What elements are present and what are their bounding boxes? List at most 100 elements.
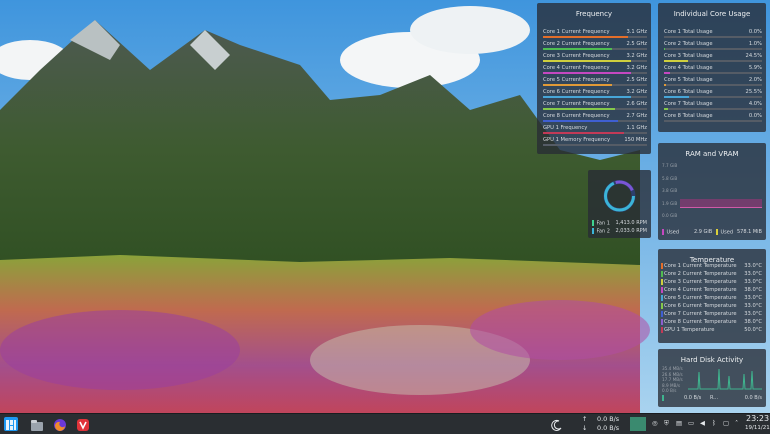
frequency-widget: Frequency Core 1 Current Frequency 3.1 GH… (537, 3, 651, 154)
volume-icon[interactable]: ◀ (700, 419, 705, 427)
metric-value: 33.0°C (744, 303, 762, 309)
metric-row: Core 1 Current Frequency 3.1 GHz (543, 28, 647, 38)
metric-bar-track (664, 120, 762, 122)
firefox-icon[interactable] (53, 417, 67, 431)
metric-label: Core 5 Total Usage (664, 77, 713, 83)
metric-row: GPU 1 Temperature 50.0°C (661, 326, 762, 336)
metric-row: Core 8 Total Usage 0.0% (664, 112, 762, 122)
metric-color-marker (661, 319, 663, 325)
metric-value: 3.2 GHz (626, 89, 647, 95)
fan-widget: Fan 1 1,413.0 RPM Fan 2 2,033.0 RPM (588, 170, 651, 238)
metric-label: Core 4 Total Usage (664, 65, 713, 71)
metric-value: 33.0°C (744, 295, 762, 301)
metric-value: 38.0°C (744, 287, 762, 293)
metric-value: 3.2 GHz (626, 65, 647, 71)
metric-value: 2.5 GHz (626, 41, 647, 47)
metric-row: Core 1 Total Usage 0.0% (664, 28, 762, 38)
expand-tray-icon[interactable]: ˄ (735, 419, 738, 427)
disk-widget: Hard Disk Activity 35.4 MB/s 26.6 MB/s 17.… (658, 349, 766, 407)
metric-bar-fill (543, 132, 625, 134)
metric-bar-fill (664, 60, 688, 62)
metric-bar-fill (664, 96, 689, 98)
metric-label: GPU 1 Temperature (664, 327, 715, 333)
metric-row: Core 5 Current Frequency 2.5 GHz (543, 76, 647, 86)
metric-label: Core 3 Total Usage (664, 53, 713, 59)
metric-row: Core 6 Total Usage 25.5% (664, 88, 762, 98)
metric-bar-fill (543, 36, 629, 38)
network-up-arrow-icon: ↑ (582, 415, 588, 423)
network-download-speed: 0.0 B/s (597, 424, 620, 432)
metric-bar-fill (543, 60, 632, 62)
clock-time[interactable]: 23:23 (746, 414, 769, 423)
metric-value: 38.0°C (744, 319, 762, 325)
axis-tick-label: 5.8 GiB (662, 175, 678, 181)
metric-label: Core 8 Total Usage (664, 113, 713, 119)
metric-value: 2.6 GHz (626, 101, 647, 107)
mountain-landscape (0, 0, 770, 413)
notes-icon[interactable]: ▤ (676, 419, 682, 427)
desktop-wallpaper: Frequency Core 1 Current Frequency 3.1 GH… (0, 0, 770, 413)
fan2-value: 2,033.0 RPM (615, 228, 647, 234)
clipboard-icon[interactable]: ◎ (652, 419, 658, 427)
metric-bar-fill (543, 108, 615, 110)
metric-row: GPU 1 Frequency 1.1 GHz (543, 124, 647, 134)
metric-label: Core 2 Current Temperature (664, 271, 737, 277)
metric-color-marker (661, 303, 663, 309)
metric-value: 0.0% (748, 29, 762, 35)
metric-label: Core 6 Current Temperature (664, 303, 737, 309)
vram-used-value: 578.1 MiB (736, 229, 762, 235)
metric-label: Core 7 Total Usage (664, 101, 713, 107)
metric-value: 2.5 GHz (626, 77, 647, 83)
disk-write-value: 0.0 B/s (744, 395, 762, 401)
bluetooth-icon[interactable]: ᛒ (712, 419, 716, 427)
application-launcher-icon[interactable] (4, 417, 18, 431)
metric-label: Core 8 Current Temperature (664, 319, 737, 325)
ram-used-value: 2.9 GiB (694, 229, 713, 235)
vivaldi-icon[interactable] (76, 417, 90, 431)
metric-color-marker (661, 263, 663, 269)
metric-label: Core 7 Current Temperature (664, 311, 737, 317)
metric-color-marker (661, 327, 663, 333)
metric-bar-track (664, 84, 762, 86)
vram-used-legend: Used (716, 229, 733, 236)
metric-bar-fill (664, 72, 670, 74)
disk-title: Hard Disk Activity (680, 356, 744, 364)
metric-bar-fill (543, 96, 632, 98)
night-color-icon[interactable] (550, 417, 564, 431)
metric-value: 3.2 GHz (626, 53, 647, 59)
metric-bar-fill (664, 84, 666, 86)
shield-icon[interactable]: ⛨ (664, 419, 669, 428)
display-icon[interactable]: ▭ (688, 419, 694, 427)
metric-bar-fill (543, 48, 612, 50)
metric-label: Core 3 Current Frequency (543, 53, 610, 59)
metric-label: Core 1 Total Usage (664, 29, 713, 35)
ram-title: RAM and VRAM (685, 150, 739, 158)
metric-color-marker (661, 279, 663, 285)
core-usage-title: Individual Core Usage (673, 10, 751, 18)
metric-value: 25.5% (745, 89, 762, 95)
metric-row: Core 4 Current Frequency 3.2 GHz (543, 64, 647, 74)
metric-row: Core 7 Current Frequency 2.6 GHz (543, 100, 647, 110)
metric-value: 2.7 GHz (626, 113, 647, 119)
metric-value: 3.1 GHz (626, 29, 647, 35)
metric-value: 1.0% (748, 41, 762, 47)
axis-tick-label: 0.0 B/s (662, 388, 677, 393)
clock-date[interactable]: 19/11/21 (745, 425, 770, 431)
metric-label: Core 4 Current Frequency (543, 65, 610, 71)
metric-row: Core 2 Total Usage 1.0% (664, 40, 762, 50)
monitor-icon[interactable]: ▢ (723, 419, 729, 427)
file-manager-icon[interactable] (30, 417, 44, 431)
metric-label: Core 2 Current Frequency (543, 41, 610, 47)
axis-tick-label: 3.8 GiB (662, 188, 678, 193)
metric-color-marker (661, 295, 663, 301)
fan-ring-icon (603, 180, 636, 212)
frequency-title: Frequency (575, 10, 613, 18)
metric-row: Core 6 Current Frequency 3.2 GHz (543, 88, 647, 98)
metric-label: Core 2 Total Usage (664, 41, 713, 47)
ram-widget: RAM and VRAM 7.7 GiB 5.8 GiB 3.8 GiB 1.9 Gi… (658, 143, 766, 240)
axis-tick-label: 7.7 GiB (662, 163, 678, 168)
metric-label: Core 4 Current Temperature (664, 287, 737, 293)
metric-bar-track (664, 36, 762, 38)
metric-label: GPU 1 Frequency (543, 125, 588, 131)
metric-label: Core 1 Current Temperature (664, 263, 737, 269)
